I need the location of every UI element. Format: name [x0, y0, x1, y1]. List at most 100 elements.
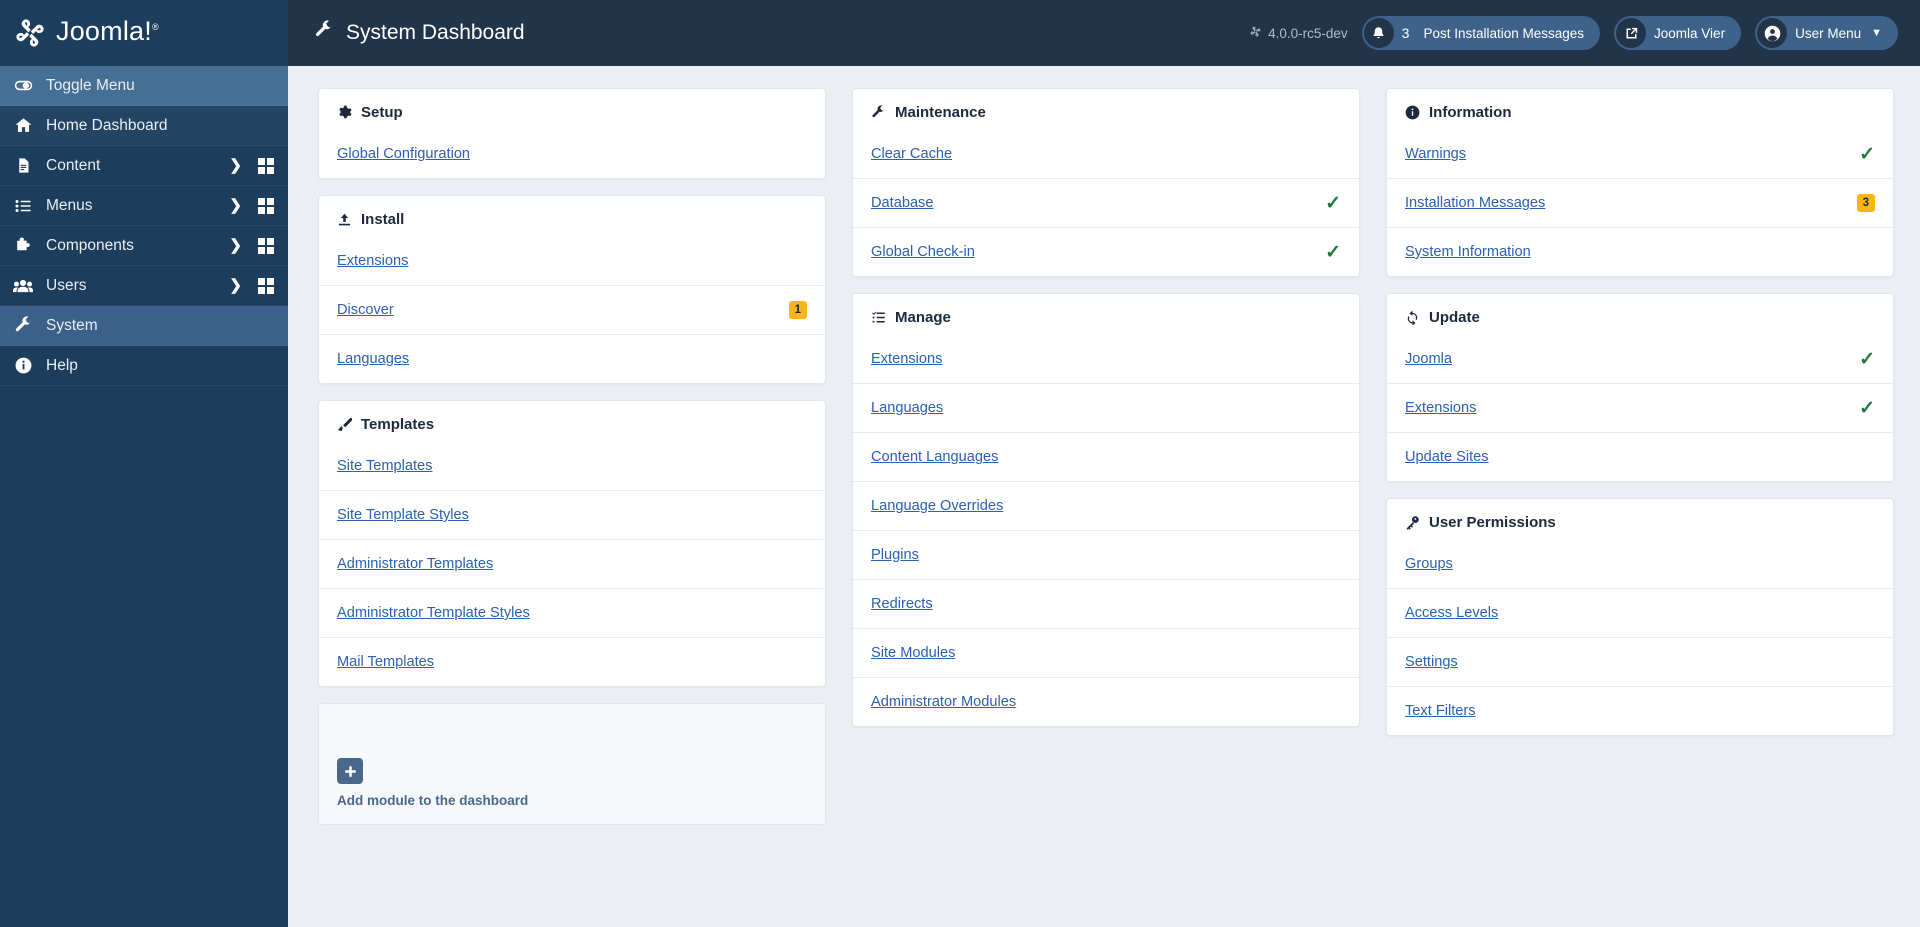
table-row[interactable]: Languages [319, 334, 825, 383]
sidebar-item-toggle-menu[interactable]: Toggle Menu [0, 66, 288, 106]
row-link[interactable]: Mail Templates [337, 654, 434, 670]
row-link[interactable]: Extensions [871, 351, 942, 367]
row-link[interactable]: Plugins [871, 547, 919, 563]
card-manage: Manage Extensions Languages Content Lang… [852, 293, 1360, 727]
row-link[interactable]: Text Filters [1405, 703, 1476, 719]
row-link[interactable]: Languages [337, 351, 409, 367]
row-link[interactable]: Database [871, 195, 933, 211]
row-link[interactable]: Content Languages [871, 449, 998, 465]
table-row[interactable]: Warnings ✓ [1387, 134, 1893, 178]
table-row[interactable]: Extensions [853, 339, 1359, 383]
grid-icon[interactable] [258, 237, 274, 254]
card-update: Update Joomla ✓ Extensions ✓ Update Site… [1386, 293, 1894, 482]
row-link[interactable]: Redirects [871, 596, 933, 612]
table-row[interactable]: Global Configuration [319, 134, 825, 178]
table-row[interactable]: Update Sites [1387, 432, 1893, 481]
row-link[interactable]: Language Overrides [871, 498, 1003, 514]
table-row[interactable]: Languages [853, 383, 1359, 432]
row-link[interactable]: Administrator Template Styles [337, 605, 530, 621]
chevron-right-icon[interactable]: ❯ [229, 198, 242, 213]
table-row[interactable]: Settings [1387, 637, 1893, 686]
table-row[interactable]: Clear Cache [853, 134, 1359, 178]
table-row[interactable]: Redirects [853, 579, 1359, 628]
chevron-right-icon[interactable]: ❯ [229, 278, 242, 293]
card-title: Maintenance [853, 89, 1359, 134]
row-link[interactable]: Site Template Styles [337, 507, 469, 523]
row-link[interactable]: Warnings [1405, 146, 1466, 162]
sidebar-item-users[interactable]: Users ❯ [0, 266, 288, 306]
card-title: Information [1387, 89, 1893, 134]
table-row[interactable]: Site Modules [853, 628, 1359, 677]
row-link[interactable]: Global Configuration [337, 146, 470, 162]
table-row[interactable]: Mail Templates [319, 637, 825, 686]
row-link[interactable]: Settings [1405, 654, 1458, 670]
row-link[interactable]: Installation Messages [1405, 195, 1545, 211]
dashboard-column-3: Information Warnings ✓ Installation Mess… [1386, 88, 1894, 736]
sidebar-item-home-dashboard[interactable]: Home Dashboard [0, 106, 288, 146]
grid-icon[interactable] [258, 277, 274, 294]
row-link[interactable]: Extensions [337, 253, 408, 269]
user-menu-button[interactable]: User Menu ▼ [1755, 16, 1898, 50]
table-row[interactable]: Content Languages [853, 432, 1359, 481]
table-row[interactable]: Administrator Template Styles [319, 588, 825, 637]
key-icon [1405, 515, 1420, 530]
table-row[interactable]: Language Overrides [853, 481, 1359, 530]
sidebar-item-label: Content [46, 156, 101, 174]
brand-logo-area[interactable]: Joomla!® [0, 0, 288, 66]
table-row[interactable]: Joomla ✓ [1387, 339, 1893, 383]
row-link[interactable]: Global Check-in [871, 244, 975, 260]
card-templates: Templates Site Templates Site Template S… [318, 400, 826, 687]
table-row[interactable]: Extensions [319, 241, 825, 285]
post-installation-messages-button[interactable]: 3 Post Installation Messages [1361, 16, 1601, 50]
row-link[interactable]: Site Templates [337, 458, 432, 474]
row-link[interactable]: Administrator Modules [871, 694, 1016, 710]
row-link[interactable]: Administrator Templates [337, 556, 493, 572]
gear-icon [337, 105, 352, 120]
table-row[interactable]: System Information [1387, 227, 1893, 276]
table-row[interactable]: Access Levels [1387, 588, 1893, 637]
app-root: Joomla!® Toggle Menu Home Dashboard Cont… [0, 0, 1920, 927]
table-row[interactable]: Global Check-in ✓ [853, 227, 1359, 276]
table-row[interactable]: Discover 1 [319, 285, 825, 334]
row-link[interactable]: Access Levels [1405, 605, 1498, 621]
row-tail: ✓ [1325, 243, 1341, 262]
table-row[interactable]: Database ✓ [853, 178, 1359, 227]
sidebar-item-components[interactable]: Components ❯ [0, 226, 288, 266]
row-link[interactable]: Extensions [1405, 400, 1476, 416]
chevron-right-icon[interactable]: ❯ [229, 158, 242, 173]
row-link[interactable]: Groups [1405, 556, 1453, 572]
row-link[interactable]: Site Modules [871, 645, 955, 661]
grid-icon[interactable] [258, 197, 274, 214]
table-row[interactable]: Site Templates [319, 446, 825, 490]
table-row[interactable]: Plugins [853, 530, 1359, 579]
card-title-text: Maintenance [895, 104, 986, 121]
grid-icon[interactable] [258, 157, 274, 174]
add-module-button[interactable]: Add module to the dashboard [318, 703, 826, 825]
row-link[interactable]: Discover [337, 302, 394, 318]
chevron-down-icon[interactable]: ▼ [1871, 27, 1882, 39]
row-link[interactable]: Joomla [1405, 351, 1452, 367]
messages-count: 3 [1401, 25, 1410, 41]
row-link[interactable]: Clear Cache [871, 146, 952, 162]
sidebar-item-system[interactable]: System [0, 306, 288, 346]
table-row[interactable]: Installation Messages 3 [1387, 178, 1893, 227]
wrench-icon [314, 20, 334, 46]
table-row[interactable]: Text Filters [1387, 686, 1893, 735]
dashboard-content: Setup Global Configuration Install Exten… [288, 66, 1920, 927]
site-preview-button[interactable]: Joomla Vier [1614, 16, 1742, 50]
table-row[interactable]: Administrator Modules [853, 677, 1359, 726]
row-link[interactable]: System Information [1405, 244, 1531, 260]
chevron-right-icon[interactable]: ❯ [229, 238, 242, 253]
table-row[interactable]: Groups [1387, 544, 1893, 588]
table-row[interactable]: Site Template Styles [319, 490, 825, 539]
sidebar-item-help[interactable]: Help [0, 346, 288, 386]
row-link[interactable]: Update Sites [1405, 449, 1489, 465]
card-title-text: Setup [361, 104, 403, 121]
table-row[interactable]: Administrator Templates [319, 539, 825, 588]
add-module-label: Add module to the dashboard [337, 793, 529, 808]
puzzle-icon [10, 236, 36, 255]
sidebar-item-menus[interactable]: Menus ❯ [0, 186, 288, 226]
row-link[interactable]: Languages [871, 400, 943, 416]
table-row[interactable]: Extensions ✓ [1387, 383, 1893, 432]
sidebar-item-content[interactable]: Content ❯ [0, 146, 288, 186]
